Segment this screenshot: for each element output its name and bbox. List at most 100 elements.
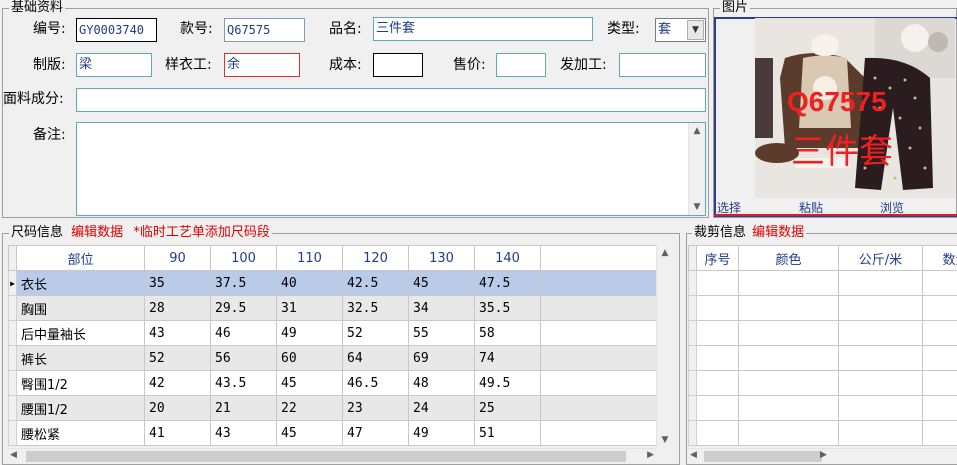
empty-cell[interactable] [922,320,957,346]
empty-cell[interactable] [696,320,739,346]
fabric-field[interactable] [76,88,706,112]
scroll-down-icon[interactable]: ▼ [657,434,673,446]
empty-cell[interactable] [838,420,923,446]
row-indicator[interactable] [8,345,17,371]
cut-table[interactable]: 序号颜色公斤/米数量 [688,245,957,446]
size-value-cell[interactable]: 45 [408,270,475,296]
size-value-cell[interactable]: 69 [408,345,475,371]
style-field[interactable]: Q67575 [224,18,305,42]
size-value-cell[interactable]: 35.5 [474,295,541,321]
part-cell[interactable]: 臀围1/2 [16,370,145,396]
empty-table-row[interactable] [688,270,957,296]
size-value-cell[interactable]: 32.5 [342,295,409,321]
part-cell[interactable]: 腰松紧 [16,420,145,446]
size-value-cell[interactable]: 55 [408,320,475,346]
size-value-cell[interactable]: 52 [144,345,211,371]
row-indicator[interactable] [688,345,697,371]
size-value-cell[interactable]: 21 [210,395,277,421]
empty-cell[interactable] [738,345,839,371]
size-value-cell[interactable]: 31 [276,295,343,321]
size-value-cell[interactable]: 43.5 [210,370,277,396]
size-value-cell[interactable]: 22 [276,395,343,421]
size-value-cell[interactable]: 35 [144,270,211,296]
size-value-cell[interactable]: 23 [342,395,409,421]
empty-cell[interactable] [922,345,957,371]
empty-cell[interactable] [738,370,839,396]
column-header[interactable]: 140 [474,245,541,271]
empty-cell[interactable] [696,295,739,321]
empty-cell[interactable] [922,295,957,321]
empty-cell[interactable] [738,320,839,346]
empty-table-row[interactable] [688,370,957,396]
empty-cell[interactable] [738,420,839,446]
sample-worker-field[interactable]: 余 [224,53,300,77]
column-header[interactable]: 120 [342,245,409,271]
row-indicator[interactable] [688,395,697,421]
size-value-cell[interactable]: 41 [144,420,211,446]
empty-cell[interactable] [696,345,739,371]
empty-table-row[interactable] [688,295,957,321]
part-cell[interactable]: 衣长 [16,270,145,296]
column-header[interactable]: 公斤/米 [838,245,923,271]
empty-table-row[interactable] [688,420,957,446]
empty-cell[interactable] [838,370,923,396]
remark-scrollbar[interactable]: ▲ ▼ [688,123,705,215]
empty-cell[interactable] [696,395,739,421]
type-select[interactable]: 套 ▼ [655,18,706,42]
size-value-cell[interactable]: 48 [408,370,475,396]
empty-table-row[interactable] [688,345,957,371]
table-row[interactable]: 臀围1/2 42 43.5 45 46.5 48 49.5 [8,370,657,396]
column-header[interactable]: 部位 [16,245,145,271]
row-indicator[interactable] [8,420,17,446]
scroll-up-icon[interactable]: ▲ [657,247,673,259]
column-header[interactable]: 序号 [696,245,739,271]
price-field[interactable] [496,53,546,77]
size-value-cell[interactable]: 58 [474,320,541,346]
size-value-cell[interactable]: 45 [276,420,343,446]
size-value-cell[interactable]: 51 [474,420,541,446]
size-value-cell[interactable]: 20 [144,395,211,421]
empty-cell[interactable] [696,370,739,396]
pattern-field[interactable]: 梁 [76,53,152,77]
part-cell[interactable]: 后中量袖长 [16,320,145,346]
scroll-down-icon[interactable]: ▼ [689,201,705,213]
cut-edit-link[interactable]: 编辑数据 [752,225,804,240]
row-indicator[interactable] [8,320,17,346]
column-header[interactable]: 90 [144,245,211,271]
size-table-scrollbar[interactable]: ▲ ▼ [656,245,673,448]
row-indicator[interactable] [8,295,17,321]
empty-cell[interactable] [738,395,839,421]
size-value-cell[interactable]: 74 [474,345,541,371]
size-value-cell[interactable]: 47.5 [474,270,541,296]
row-indicator[interactable] [688,295,697,321]
table-row[interactable]: 裤长 52 56 60 64 69 74 [8,345,657,371]
size-value-cell[interactable]: 56 [210,345,277,371]
cost-field[interactable] [373,53,423,77]
size-value-cell[interactable]: 49 [276,320,343,346]
empty-table-row[interactable] [688,395,957,421]
size-value-cell[interactable]: 47 [342,420,409,446]
name-field[interactable]: 三件套 [373,17,593,41]
empty-cell[interactable] [738,295,839,321]
empty-cell[interactable] [696,270,739,296]
size-value-cell[interactable]: 64 [342,345,409,371]
size-value-cell[interactable]: 24 [408,395,475,421]
size-value-cell[interactable]: 43 [144,320,211,346]
cut-table-hscrollbar[interactable]: ◀ ▶ [688,448,957,464]
row-indicator[interactable] [8,395,17,421]
scroll-thumb[interactable] [26,451,626,462]
table-row[interactable]: 胸围 28 29.5 31 32.5 34 35.5 [8,295,657,321]
table-row[interactable]: 腰围1/2 20 21 22 23 24 25 [8,395,657,421]
column-header[interactable]: 数量 [922,245,957,271]
code-field[interactable]: GY0003740 [76,18,157,42]
empty-cell[interactable] [838,345,923,371]
scroll-right-icon[interactable]: ▶ [820,450,827,460]
size-value-cell[interactable]: 42 [144,370,211,396]
size-value-cell[interactable]: 49 [408,420,475,446]
empty-cell[interactable] [922,420,957,446]
size-value-cell[interactable]: 42.5 [342,270,409,296]
table-row[interactable]: ▶ 衣长 35 37.5 40 42.5 45 47.5 [8,270,657,296]
size-value-cell[interactable]: 29.5 [210,295,277,321]
table-row[interactable]: 腰松紧 41 43 45 47 49 51 [8,420,657,446]
table-row[interactable]: 后中量袖长 43 46 49 52 55 58 [8,320,657,346]
